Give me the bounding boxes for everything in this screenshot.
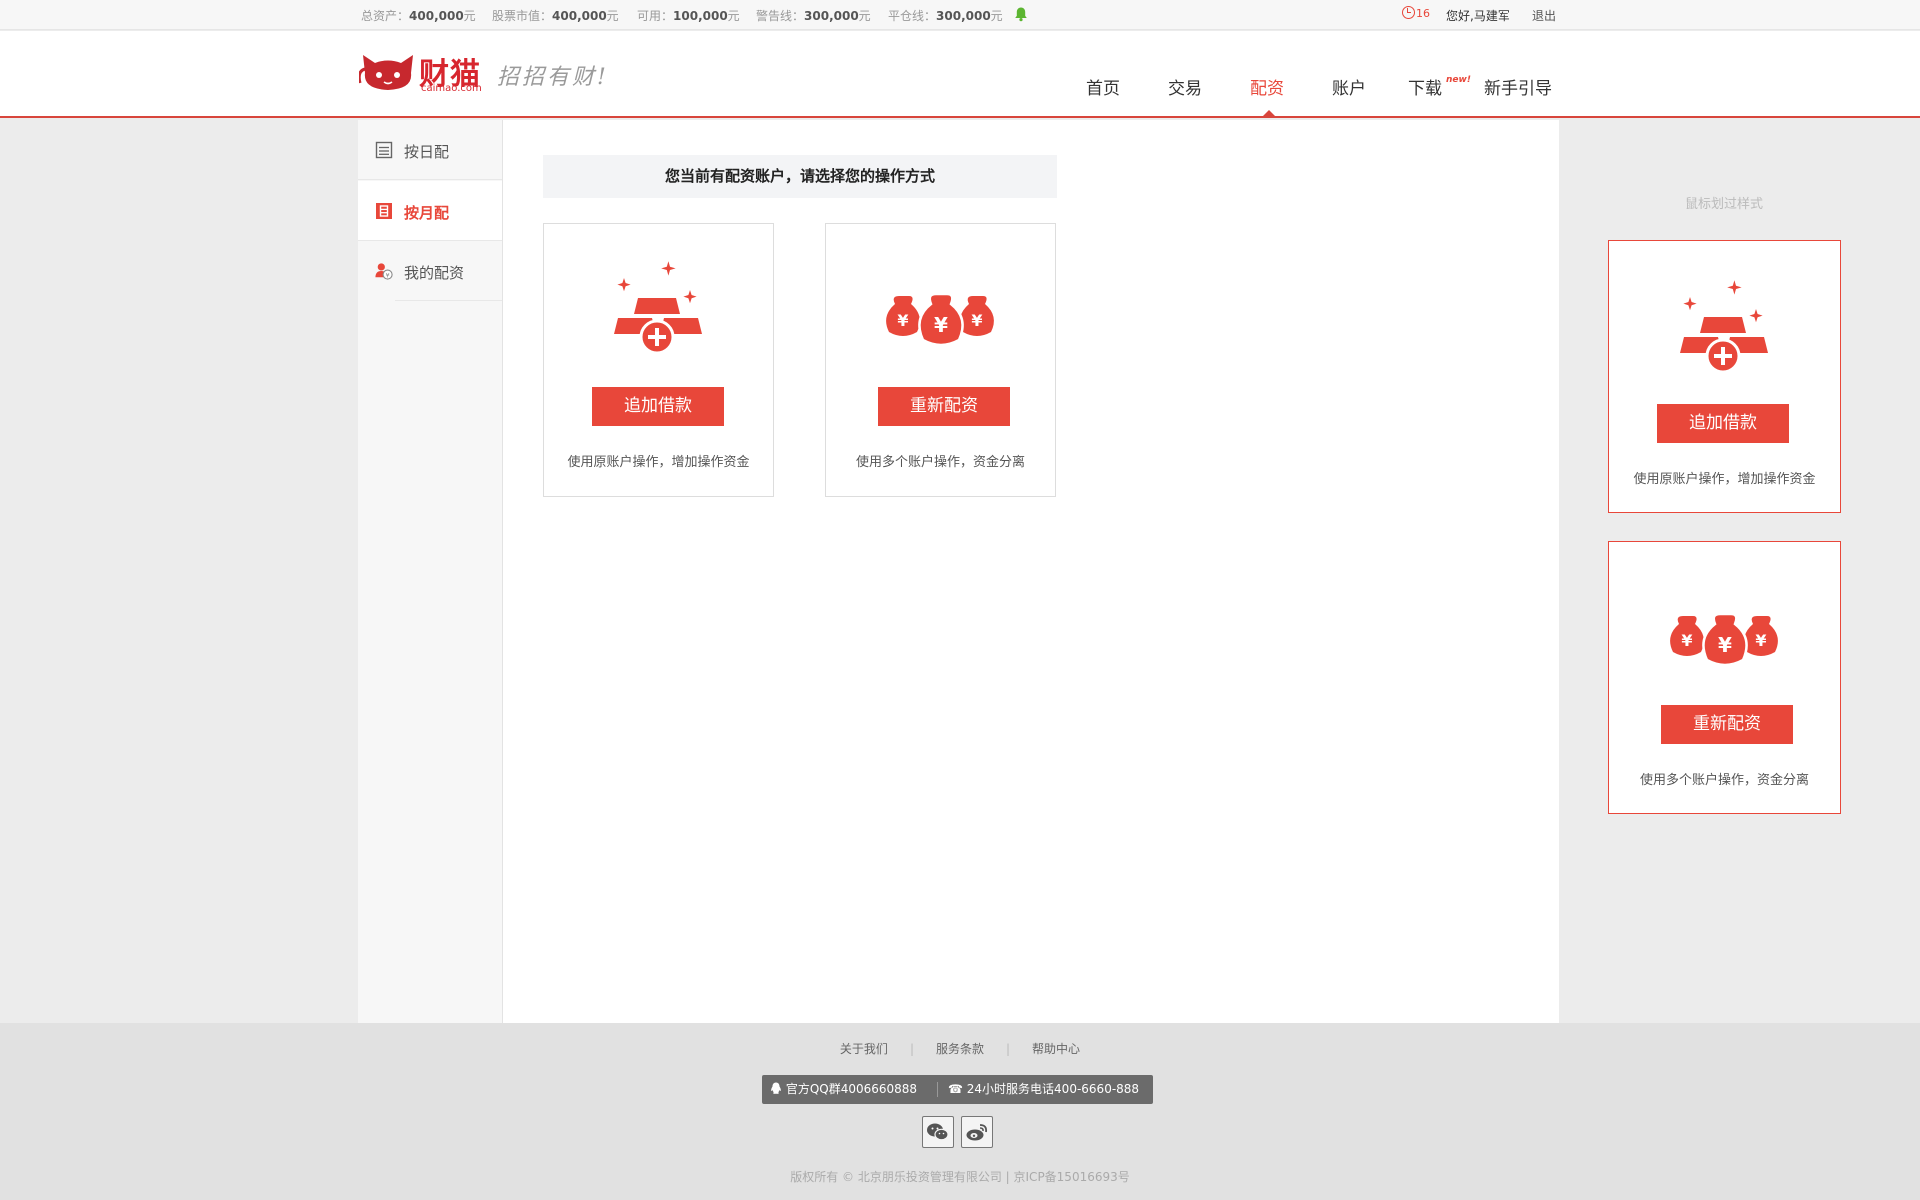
warning-line-stat: 警告线：300,000元 — [756, 9, 871, 23]
available-stat: 可用：100,000元 — [637, 9, 740, 23]
nav-beginner-guide[interactable]: 新手引导 — [1484, 74, 1552, 99]
slogan: 招招有财! — [497, 65, 609, 90]
nav-download[interactable]: 下载 — [1408, 74, 1442, 99]
svg-text:¥: ¥ — [971, 311, 982, 330]
add-loan-button[interactable]: 追加借款 — [592, 387, 724, 426]
gold-bars-plus-icon — [1679, 280, 1768, 374]
qq-icon — [771, 1082, 781, 1094]
main-content: 您当前有配资账户，请选择您的操作方式 追加借款 使用原账户操作，增加操作资金 ¥… — [503, 120, 1559, 1023]
calendar-day-icon — [375, 141, 393, 159]
user-money-icon: ¥ — [375, 263, 393, 280]
logout-link[interactable]: 退出 — [1532, 7, 1556, 24]
nav-home[interactable]: 首页 — [1086, 74, 1120, 99]
active-nav-indicator — [1262, 110, 1276, 117]
refinance-button[interactable]: 重新配资 — [878, 387, 1010, 426]
user-greeting[interactable]: 您好,马建军 — [1446, 7, 1510, 24]
add-loan-card[interactable]: 追加借款 使用原账户操作，增加操作资金 — [543, 223, 774, 497]
footer-link-about[interactable]: 关于我们 — [840, 1042, 888, 1056]
bell-icon[interactable] — [1014, 6, 1028, 22]
nav-financing[interactable]: 配资 — [1250, 74, 1284, 99]
svg-text:¥: ¥ — [897, 311, 908, 330]
refinance-button-hover[interactable]: 重新配资 — [1661, 705, 1793, 744]
sidebar-item-label: 按月配 — [404, 204, 450, 222]
add-loan-button-hover[interactable]: 追加借款 — [1657, 404, 1789, 443]
nav-account[interactable]: 账户 — [1332, 74, 1366, 99]
sidebar-item-label: 我的配资 — [404, 264, 465, 282]
phone-icon: ☎ — [948, 1082, 963, 1096]
svg-text:¥: ¥ — [934, 313, 948, 337]
total-assets-stat: 总资产：400,000元 — [361, 9, 476, 23]
brand-url: caimao.com — [421, 83, 482, 94]
account-summary-bar: 总资产：400,000元 股票市值：400,000元 可用：100,000元 警… — [0, 0, 1920, 30]
gold-bars-plus-icon — [613, 261, 702, 355]
sidebar-item-label: 按日配 — [404, 143, 450, 161]
footer-links: 关于我们 | 服务条款 | 帮助中心 — [839, 1042, 1081, 1056]
sidebar-item-monthly[interactable]: 按月配 — [358, 181, 502, 241]
add-loan-description: 使用原账户操作，增加操作资金 — [567, 455, 750, 470]
svg-text:¥: ¥ — [1718, 633, 1732, 657]
cat-logo-icon[interactable] — [359, 51, 417, 93]
clock-icon — [1402, 6, 1415, 19]
money-bags-icon: ¥ ¥ ¥ — [1669, 612, 1778, 667]
footer-link-terms[interactable]: 服务条款 — [936, 1042, 984, 1056]
sidebar-item-my-financing[interactable]: ¥ 我的配资 — [375, 241, 502, 301]
weibo-icon — [966, 1124, 988, 1141]
new-badge: new! — [1446, 75, 1471, 85]
add-loan-description-hover: 使用原账户操作，增加操作资金 — [1633, 472, 1816, 487]
nav-trade[interactable]: 交易 — [1168, 74, 1202, 99]
refinance-description-hover: 使用多个账户操作，资金分离 — [1639, 773, 1809, 788]
hover-style-title: 鼠标划过样式 — [1684, 197, 1763, 212]
message-counter[interactable]: 16 — [1402, 6, 1430, 20]
site-header: 财猫 caimao.com 招招有财! 首页 交易 配资 账户 下载 new! … — [0, 31, 1920, 118]
operation-prompt: 您当前有配资账户，请选择您的操作方式 — [543, 155, 1057, 198]
money-bags-icon: ¥ ¥ ¥ — [885, 292, 994, 347]
liquidation-line-stat: 平仓线：300,000元 — [888, 9, 1003, 23]
refinance-card-hover[interactable]: ¥ ¥ ¥ 重新配资 使用多个账户操作，资金分离 — [1608, 541, 1841, 814]
contact-bar: 官方QQ群4006660888 ☎ 24小时服务电话400-6660-888 — [762, 1075, 1153, 1104]
weibo-button[interactable] — [961, 1116, 993, 1148]
site-footer: 关于我们 | 服务条款 | 帮助中心 官方QQ群4006660888 ☎ 24小时服务电… — [0, 1023, 1920, 1200]
qq-group[interactable]: 官方QQ群4006660888 — [770, 1075, 917, 1104]
sidebar: 按日配 按月配 ¥ 我的配资 — [358, 120, 503, 1023]
wechat-button[interactable] — [922, 1116, 954, 1148]
svg-text:¥: ¥ — [1681, 631, 1692, 650]
refinance-card[interactable]: ¥ ¥ ¥ 重新配资 使用多个账户操作，资金分离 — [825, 223, 1056, 497]
add-loan-card-hover[interactable]: 追加借款 使用原账户操作，增加操作资金 — [1608, 240, 1841, 513]
svg-text:¥: ¥ — [1755, 631, 1766, 650]
service-phone[interactable]: ☎ 24小时服务电话400-6660-888 — [948, 1075, 1139, 1104]
svg-text:¥: ¥ — [386, 272, 390, 279]
stock-value-stat: 股票市值：400,000元 — [492, 9, 619, 23]
copyright: 版权所有 © 北京朋乐投资管理有限公司 | 京ICP备15016693号 — [790, 1170, 1130, 1184]
sidebar-item-daily[interactable]: 按日配 — [358, 120, 502, 180]
calendar-month-icon — [376, 203, 392, 219]
footer-link-help[interactable]: 帮助中心 — [1032, 1042, 1080, 1056]
wechat-icon — [927, 1123, 949, 1141]
refinance-description: 使用多个账户操作，资金分离 — [855, 455, 1025, 470]
